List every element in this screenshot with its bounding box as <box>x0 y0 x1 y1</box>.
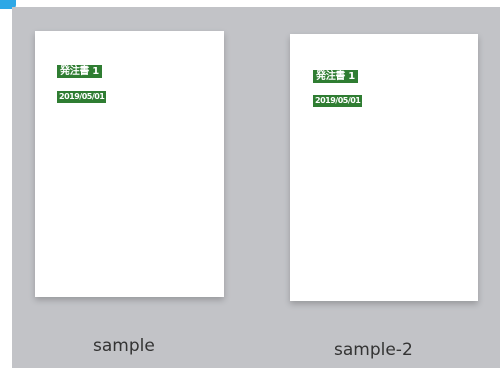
file-name-label[interactable]: sample-2 <box>334 340 413 360</box>
thumbnail-pane: 発注書 1 2019/05/01 sample 発注書 1 2019/05/01… <box>12 7 500 368</box>
file-name-label[interactable]: sample <box>93 336 155 356</box>
file-browser-view: 発注書 1 2019/05/01 sample 発注書 1 2019/05/01… <box>0 0 500 368</box>
document-title-badge: 発注書 1 <box>57 65 102 78</box>
document-date-badge: 2019/05/01 <box>57 91 107 103</box>
document-date-badge: 2019/05/01 <box>313 95 363 107</box>
file-thumbnail-sample[interactable]: 発注書 1 2019/05/01 <box>35 31 224 297</box>
document-title-badge: 発注書 1 <box>313 70 358 83</box>
file-thumbnail-sample-2[interactable]: 発注書 1 2019/05/01 <box>290 34 478 301</box>
